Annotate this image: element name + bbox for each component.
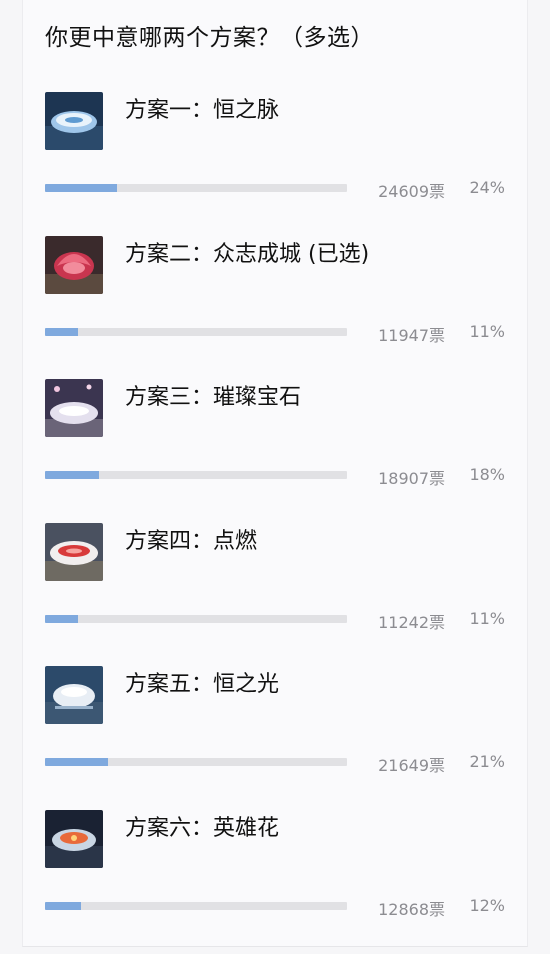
vote-percent: 24%: [469, 178, 505, 197]
option-label: 方案六：英雄花: [125, 816, 280, 841]
vote-count: 11947票: [378, 326, 445, 345]
vote-bar: [45, 615, 347, 623]
vote-count: 11242票: [378, 613, 445, 632]
vote-percent: 18%: [469, 465, 505, 484]
poll-question: 你更中意哪两个方案？（多选）: [45, 25, 374, 51]
vote-bar-fill: [45, 615, 79, 623]
vote-percent: 11%: [469, 322, 505, 341]
option-label: 方案五：恒之光: [125, 672, 280, 697]
poll-option-5[interactable]: 方案五：恒之光 21649票 21%: [23, 666, 527, 796]
vote-count: 21649票: [378, 756, 445, 775]
poll-option-4[interactable]: 方案四：点燃 11242票 11%: [23, 523, 527, 653]
vote-bar: [45, 471, 347, 479]
vote-bar: [45, 902, 347, 910]
vote-bar-fill: [45, 902, 82, 910]
stadium-blue-icon: [45, 92, 103, 150]
vote-count: 12868票: [378, 900, 445, 919]
option-label: 方案四：点燃: [125, 529, 258, 554]
vote-percent: 12%: [469, 896, 505, 915]
poll-option-6[interactable]: 方案六：英雄花 12868票 12%: [23, 810, 527, 940]
stadium-light-icon: [45, 666, 103, 724]
vote-bar-fill: [45, 471, 100, 479]
vote-bar-fill: [45, 758, 109, 766]
vote-count: 18907票: [378, 469, 445, 488]
option-label: 方案三：璀璨宝石: [125, 385, 302, 410]
stadium-red-lotus-icon: [45, 236, 103, 294]
vote-bar: [45, 184, 347, 192]
poll-option-3[interactable]: 方案三：璀璨宝石 18907票 18%: [23, 379, 527, 509]
vote-bar: [45, 328, 347, 336]
stadium-flower-icon: [45, 810, 103, 868]
vote-percent: 21%: [469, 752, 505, 771]
vote-percent: 11%: [469, 609, 505, 628]
stadium-ignite-icon: [45, 523, 103, 581]
poll-option-1[interactable]: 方案一：恒之脉 24609票 24%: [23, 92, 527, 222]
vote-bar-fill: [45, 184, 118, 192]
option-label: 方案一：恒之脉: [125, 98, 280, 123]
poll-option-2[interactable]: 方案二：众志成城 (已选) 11947票 11%: [23, 236, 527, 366]
vote-count: 24609票: [378, 182, 445, 201]
poll-card: 你更中意哪两个方案？（多选） 方案一：恒之脉 24609票 24% 方案二：众志…: [22, 0, 528, 947]
stadium-gem-icon: [45, 379, 103, 437]
option-label: 方案二：众志成城 (已选): [125, 242, 370, 267]
vote-bar: [45, 758, 347, 766]
vote-bar-fill: [45, 328, 79, 336]
